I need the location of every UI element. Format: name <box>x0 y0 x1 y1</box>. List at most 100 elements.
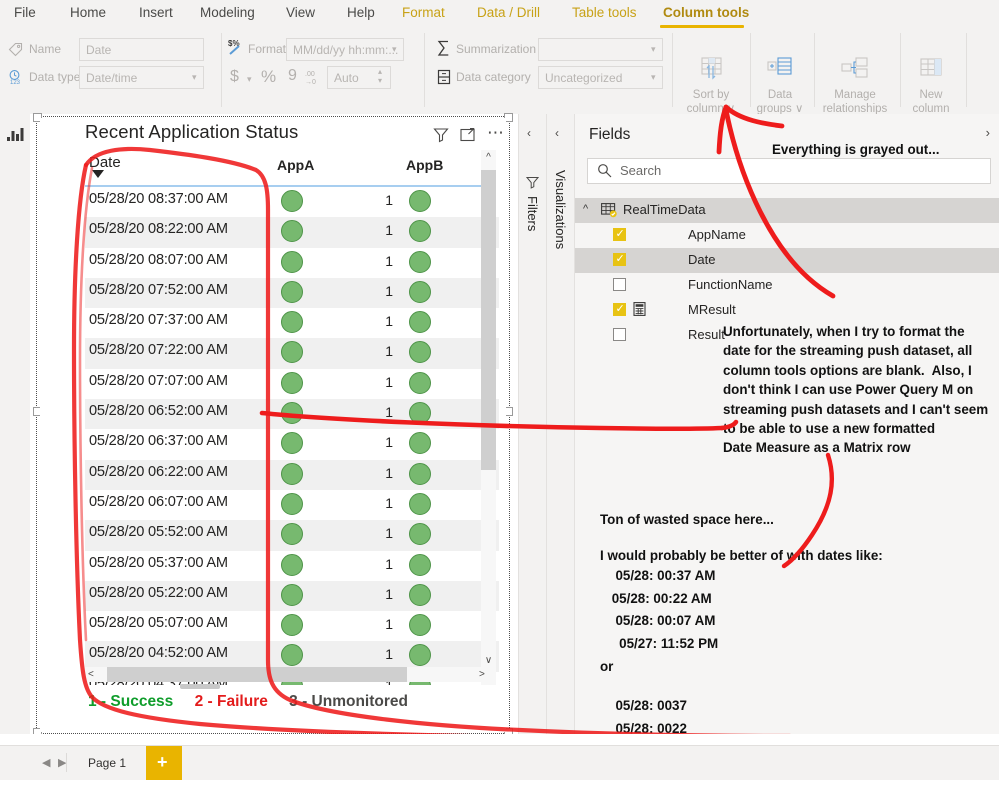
more-options-icon[interactable]: ⋯ <box>487 123 506 143</box>
status-legend: 1 - Success 2 - Failure 3 - Unmonitored <box>88 693 488 711</box>
tab-insert[interactable]: Insert <box>135 3 177 22</box>
scroll-down-icon[interactable]: ∨ <box>481 655 496 666</box>
table-vertical-scrollbar[interactable]: ^ ∨ <box>481 150 496 685</box>
summarization-chevron-down-icon[interactable]: ▾ <box>651 44 656 55</box>
tab-help[interactable]: Help <box>343 3 379 22</box>
datatype-field[interactable]: Date/time <box>79 66 204 89</box>
table-row[interactable]: 05/28/20 05:52:00 AM11 <box>85 520 499 551</box>
table-row[interactable]: 05/28/20 07:07:00 AM11 <box>85 369 499 399</box>
manage-relationships-label-1: Manage <box>834 89 876 101</box>
table-visual[interactable]: Recent Application Status ⋯ Date AppA Ap… <box>40 118 506 732</box>
thousands-separator-button[interactable]: 9 <box>288 67 297 85</box>
filter-icon[interactable] <box>433 127 449 148</box>
tab-file[interactable]: File <box>10 3 40 22</box>
manage-relationships-button[interactable]: Manage relationships <box>818 57 892 116</box>
format-chevron-down-icon[interactable]: ▾ <box>392 44 397 55</box>
status-dot-appa <box>281 644 303 667</box>
datatype-chevron-down-icon[interactable]: ▾ <box>192 72 197 83</box>
visualizations-collapse-chevron-icon[interactable]: ‹ <box>555 126 559 140</box>
decimals-spinner-up-icon[interactable]: ▴ <box>378 67 382 76</box>
tag-icon <box>8 41 24 62</box>
table-row[interactable]: 05/28/20 07:22:00 AM11 <box>85 338 499 369</box>
data-category-field[interactable]: Uncategorized <box>538 66 663 89</box>
scroll-left-icon[interactable]: < <box>88 667 94 682</box>
tab-format[interactable]: Format <box>398 3 449 22</box>
name-field[interactable]: Date <box>79 38 204 61</box>
page-tab-page1[interactable]: Page 1 <box>88 756 126 770</box>
scroll-right-icon[interactable]: > <box>479 667 485 682</box>
tab-column-tools[interactable]: Column tools <box>659 3 753 22</box>
field-item-appname[interactable]: ✓ AppName <box>575 223 999 248</box>
status-dot-appb <box>409 190 431 212</box>
field-checkbox-appname[interactable]: ✓ <box>613 228 626 241</box>
table-body[interactable]: Date AppA AppB 05/28/20 08:37:00 AM1105/… <box>85 150 499 685</box>
percent-button[interactable]: % <box>261 67 276 87</box>
page-prev-arrow-icon[interactable]: ◀ <box>42 756 50 769</box>
field-checkbox-result[interactable] <box>613 328 626 341</box>
table-horizontal-scrollbar[interactable]: < > <box>85 667 496 682</box>
scroll-up-icon[interactable]: ^ <box>481 152 496 163</box>
tab-modeling[interactable]: Modeling <box>196 3 259 22</box>
currency-chevron-down-icon[interactable]: ▾ <box>247 74 252 85</box>
table-row[interactable]: 05/28/20 08:37:00 AM11 <box>85 187 499 217</box>
field-item-mresult[interactable]: ✓ MResult <box>575 298 999 323</box>
decimals-spinner-down-icon[interactable]: ▾ <box>378 76 382 85</box>
table-rows: 05/28/20 08:37:00 AM 1 1 05/28/20 08:22:00 … <box>85 187 499 685</box>
table-row[interactable]: 05/28/20 05:07:00 AM11 <box>85 611 499 641</box>
legend-item-failure: 2 - Failure <box>194 693 268 710</box>
status-dot-appb <box>409 280 431 303</box>
fields-collapse-chevron-icon[interactable]: › <box>986 125 990 140</box>
svg-text:→0: →0 <box>305 79 316 85</box>
filters-collapse-chevron-icon[interactable]: ‹ <box>527 126 531 140</box>
status-dot-appb <box>409 553 431 576</box>
table-row[interactable]: 05/28/20 07:37:00 AM11 <box>85 308 499 338</box>
report-view-icon[interactable] <box>6 126 24 142</box>
field-checkbox-functionname[interactable] <box>613 278 626 291</box>
focus-mode-icon[interactable] <box>460 127 476 148</box>
vertical-scroll-thumb[interactable] <box>481 170 496 470</box>
horizontal-scroll-thumb[interactable] <box>107 667 407 682</box>
table-header-row: Date AppA AppB <box>85 150 499 187</box>
field-item-date[interactable]: ✓ Date <box>575 248 999 273</box>
filters-pane-collapsed[interactable]: ‹ Filters <box>518 114 546 734</box>
table-row[interactable]: 05/28/20 06:22:00 AM11 <box>85 459 499 490</box>
field-checkbox-mresult[interactable]: ✓ <box>613 303 626 316</box>
table-row[interactable]: 05/28/20 05:22:00 AM11 <box>85 580 499 612</box>
table-row[interactable]: 05/28/20 06:52:00 AM11 <box>85 399 499 430</box>
field-item-functionname[interactable]: FunctionName <box>575 273 999 298</box>
ribbon-separator-2 <box>424 33 425 107</box>
table-row[interactable]: 05/28/20 07:52:00 AM11 <box>85 277 499 309</box>
canvas-horizontal-scrollbar[interactable] <box>180 684 220 689</box>
collapse-chevron-up-icon[interactable]: ^ <box>583 203 588 215</box>
data-category-chevron-down-icon[interactable]: ▾ <box>651 72 656 83</box>
tab-data-drill[interactable]: Data / Drill <box>473 3 544 22</box>
note-grayed-out: Everything is grayed out... <box>772 142 940 157</box>
summarization-field[interactable] <box>538 38 663 61</box>
column-header-appb[interactable]: AppB <box>406 157 443 173</box>
sort-by-column-button[interactable]: Sort by column ∨ <box>682 57 740 116</box>
format-field[interactable]: MM/dd/yy hh:mm:... <box>286 38 404 61</box>
table-row[interactable]: 05/28/20 06:37:00 AM11 <box>85 429 499 459</box>
field-checkbox-date[interactable]: ✓ <box>613 253 626 266</box>
status-dot-appb <box>409 492 431 515</box>
decrease-decimals-icon[interactable]: .00 →0 <box>305 69 325 90</box>
tab-view[interactable]: View <box>282 3 319 22</box>
status-dot-appb <box>409 311 431 334</box>
currency-button[interactable]: $ <box>230 68 239 86</box>
column-header-date[interactable]: Date <box>89 154 121 171</box>
fields-search-box[interactable]: Search <box>587 158 991 184</box>
tab-home[interactable]: Home <box>66 3 110 22</box>
add-page-button[interactable]: + <box>146 746 182 780</box>
new-column-button[interactable]: New column <box>903 57 959 116</box>
visualizations-pane-collapsed[interactable]: ‹ Visualizations <box>546 114 574 734</box>
cell-date: 05/28/20 05:22:00 AM <box>89 584 228 601</box>
table-row[interactable]: 05/28/20 08:07:00 AM11 <box>85 248 499 278</box>
column-header-appa[interactable]: AppA <box>277 157 314 173</box>
table-row[interactable]: 05/28/20 06:07:00 AM11 <box>85 490 499 520</box>
fields-table-realtimedata[interactable]: ^ RealTimeData <box>575 198 999 223</box>
table-row[interactable]: 05/28/20 05:37:00 AM11 <box>85 551 499 581</box>
data-groups-button[interactable]: Data groups ∨ <box>755 57 805 116</box>
tab-table-tools[interactable]: Table tools <box>568 3 641 22</box>
cell-date: 05/28/20 06:52:00 AM <box>89 403 228 420</box>
table-row[interactable]: 05/28/20 08:22:00 AM11 <box>85 217 499 248</box>
